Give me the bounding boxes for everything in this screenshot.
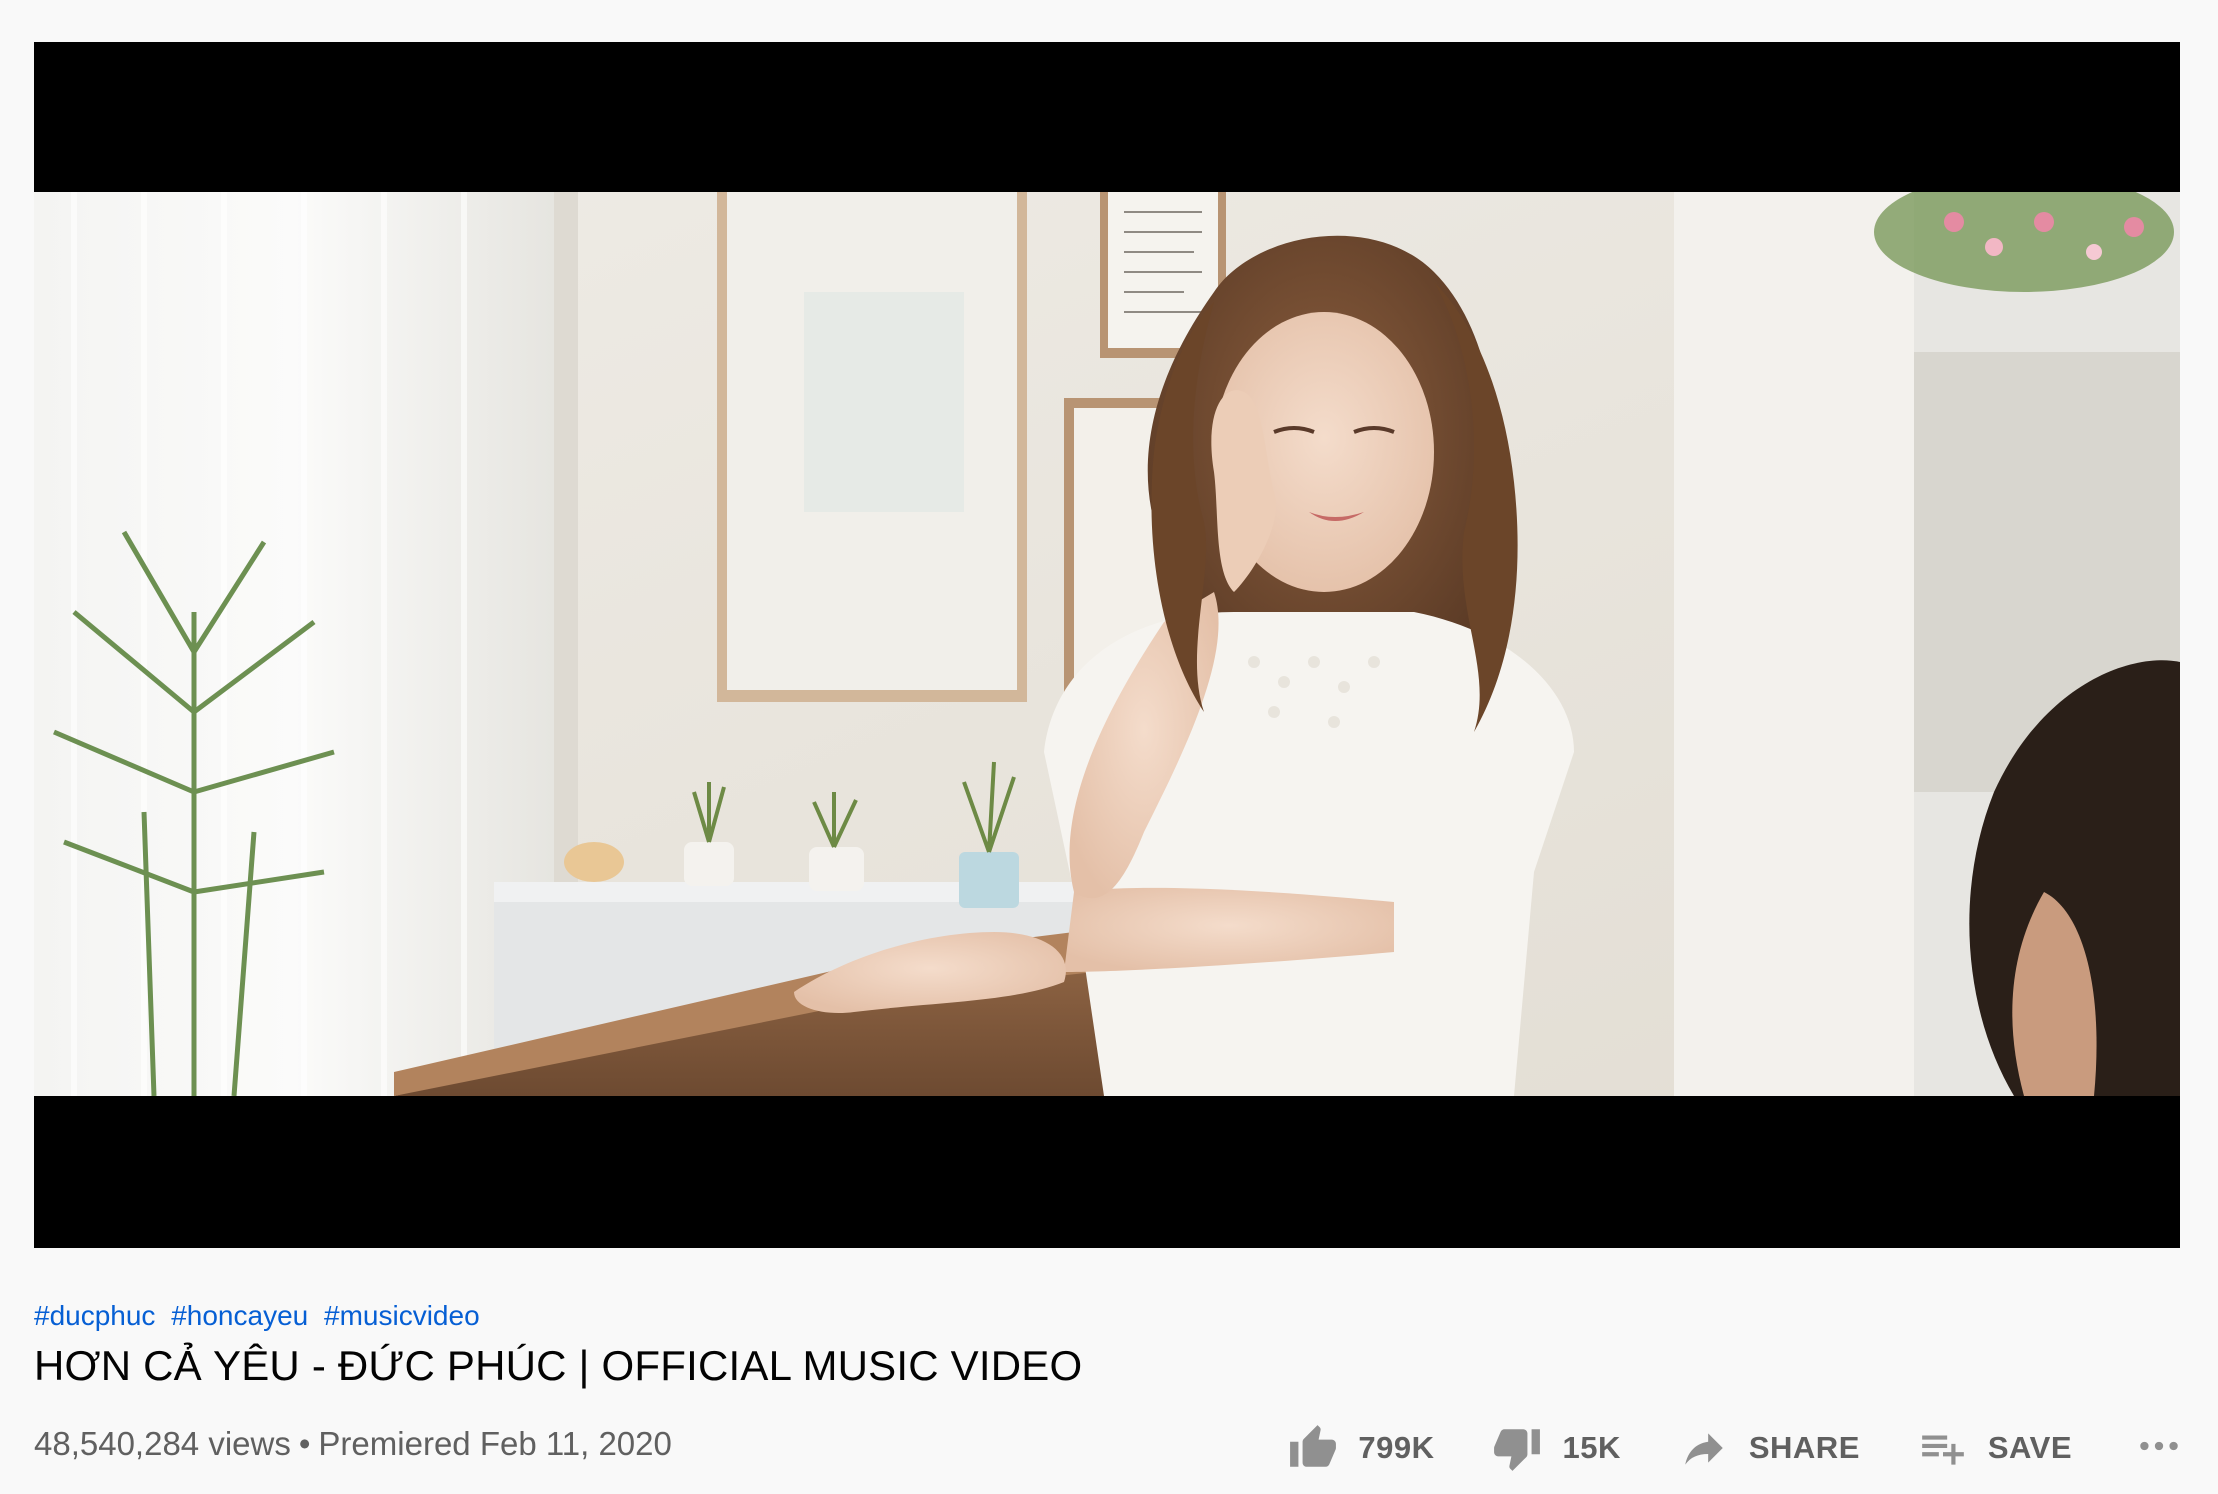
more-actions-button[interactable] — [2134, 1423, 2184, 1473]
hashtag-list: #ducphuc #honcayeu #musicvideo — [34, 1296, 488, 1336]
more-horizontal-icon — [2134, 1421, 2184, 1476]
thumb-down-icon — [1492, 1423, 1542, 1473]
dislike-count: 15K — [1562, 1430, 1621, 1465]
video-frame[interactable] — [34, 192, 2180, 1096]
video-actions: 799K 15K SHARE SAVE — [1288, 1418, 2184, 1478]
like-count: 799K — [1358, 1430, 1435, 1465]
share-arrow-icon — [1679, 1423, 1729, 1473]
info-separator: • — [298, 1425, 311, 1462]
video-title: HƠN CẢ YÊU - ĐỨC PHÚC | OFFICIAL MUSIC V… — [34, 1342, 1083, 1389]
view-count: 48,540,284 views — [34, 1425, 291, 1462]
video-player[interactable] — [34, 42, 2180, 1248]
premiere-date: Premiered Feb 11, 2020 — [318, 1425, 672, 1462]
video-info: 48,540,284 views • Premiered Feb 11, 2020 — [34, 1422, 672, 1466]
share-label: SHARE — [1748, 1430, 1860, 1465]
watch-page: #ducphuc #honcayeu #musicvideo HƠN CẢ YÊ… — [0, 0, 2218, 1494]
share-button[interactable]: SHARE — [1679, 1423, 1860, 1473]
hashtag-link[interactable]: #honcayeu — [171, 1300, 308, 1331]
save-button[interactable]: SAVE — [1918, 1423, 2072, 1473]
save-label: SAVE — [1987, 1430, 2072, 1465]
hashtag-link[interactable]: #ducphuc — [34, 1300, 155, 1331]
dislike-button[interactable]: 15K — [1492, 1423, 1620, 1473]
hashtag-link[interactable]: #musicvideo — [324, 1300, 480, 1331]
video-still-image — [34, 192, 2180, 1096]
thumb-up-icon — [1288, 1423, 1338, 1473]
like-button[interactable]: 799K — [1288, 1423, 1434, 1473]
playlist-add-icon — [1918, 1423, 1968, 1473]
